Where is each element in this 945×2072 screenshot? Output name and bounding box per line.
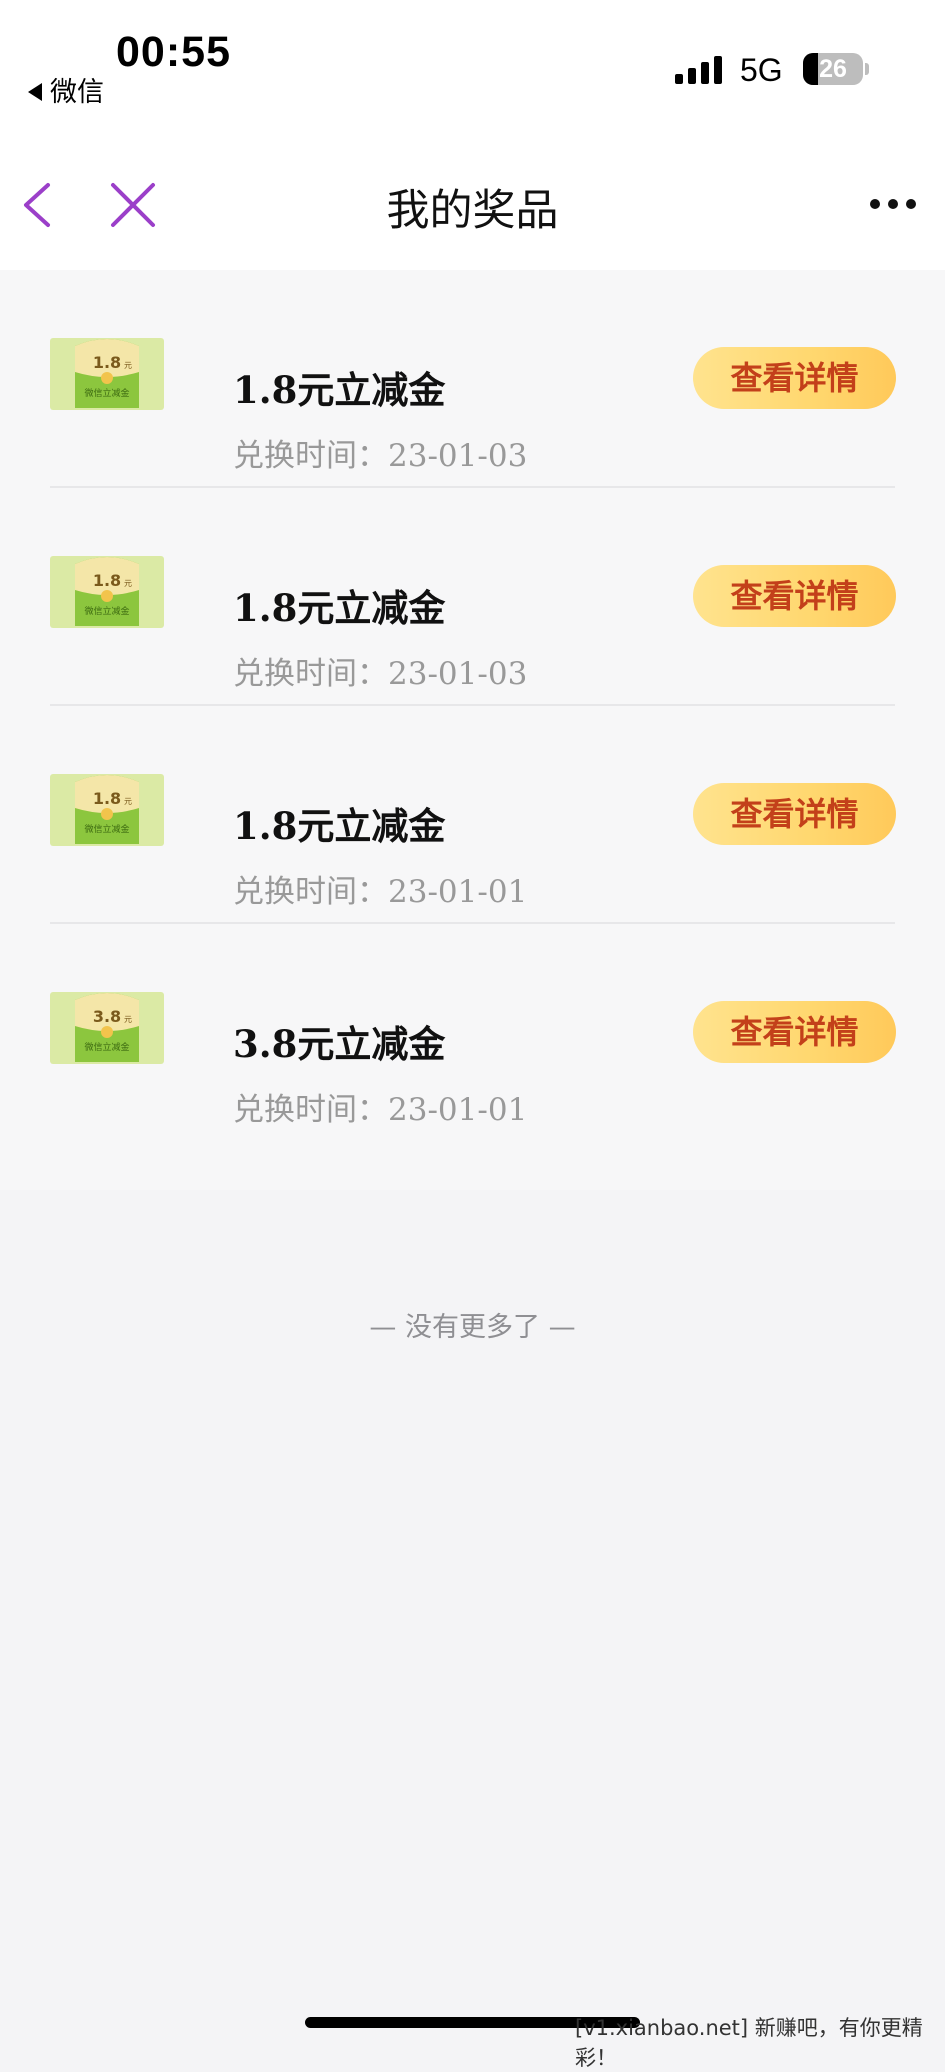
battery-icon: 26 <box>803 53 863 85</box>
back-triangle-icon <box>28 82 42 101</box>
envelope-amount: 1.8 <box>93 571 121 590</box>
svg-text:元: 元 <box>124 579 132 588</box>
prize-name: 1.8元立减金 <box>233 586 446 630</box>
no-more-text: — 没有更多了 — <box>369 1312 576 1343</box>
view-details-button[interactable]: 查看详情 <box>693 347 896 409</box>
prize-item: 1.8 元 微信立减金 1.8元立减金 兑换时间：23-01-03 查看详情 <box>50 270 896 488</box>
red-envelope-image: 1.8 元 微信立减金 <box>50 774 164 846</box>
more-dots-icon[interactable] <box>868 194 918 214</box>
battery-tip <box>865 63 869 75</box>
envelope-caption: 微信立减金 <box>84 387 129 399</box>
view-details-button[interactable]: 查看详情 <box>693 565 896 627</box>
prize-name: 1.8元立减金 <box>233 804 446 848</box>
red-envelope-image: 1.8 元 微信立减金 <box>50 556 164 628</box>
view-details-button[interactable]: 查看详情 <box>693 783 896 845</box>
status-bar: 00:55 微信 5G 26 <box>0 0 945 130</box>
prize-name: 1.8元立减金 <box>233 368 446 412</box>
watermark: [v1.xianbao.net] 新赚吧，有你更精彩！ <box>575 2016 923 2070</box>
prize-time: 兑换时间：23-01-01 <box>233 874 528 910</box>
battery-level: 26 <box>819 55 847 83</box>
envelope-caption: 微信立减金 <box>84 605 129 617</box>
network-type: 5G <box>740 52 783 88</box>
envelope-caption: 微信立减金 <box>84 823 129 835</box>
signal-icon <box>675 56 722 84</box>
prize-item: 1.8 元 微信立减金 1.8元立减金 兑换时间：23-01-01 查看详情 <box>50 706 896 924</box>
svg-text:元: 元 <box>124 1015 132 1024</box>
prize-item: 3.8 元 微信立减金 3.8元立减金 兑换时间：23-01-01 查看详情 <box>50 924 896 1142</box>
red-envelope-image: 3.8 元 微信立减金 <box>50 992 164 1064</box>
envelope-amount: 1.8 <box>93 353 121 372</box>
prize-list: 1.8 元 微信立减金 1.8元立减金 兑换时间：23-01-03 查看详情 1… <box>0 270 945 1190</box>
prize-time: 兑换时间：23-01-03 <box>233 438 528 474</box>
red-envelope-image: 1.8 元 微信立减金 <box>50 338 164 410</box>
prize-name: 3.8元立减金 <box>233 1022 446 1066</box>
svg-text:元: 元 <box>124 361 132 370</box>
view-details-button[interactable]: 查看详情 <box>693 1001 896 1063</box>
envelope-amount: 3.8 <box>93 1007 121 1026</box>
back-to-app-link[interactable]: 微信 <box>28 70 104 109</box>
status-time: 00:55 <box>116 28 231 76</box>
prize-time: 兑换时间：23-01-03 <box>233 656 528 692</box>
page-title: 我的奖品 <box>386 186 559 236</box>
prize-time: 兑换时间：23-01-01 <box>233 1092 528 1128</box>
prize-item: 1.8 元 微信立减金 1.8元立减金 兑换时间：23-01-03 查看详情 <box>50 488 896 706</box>
envelope-amount: 1.8 <box>93 789 121 808</box>
back-app-label: 微信 <box>50 77 104 108</box>
envelope-caption: 微信立减金 <box>84 1041 129 1053</box>
svg-text:元: 元 <box>124 797 132 806</box>
nav-bar: 我的奖品 <box>0 130 945 270</box>
